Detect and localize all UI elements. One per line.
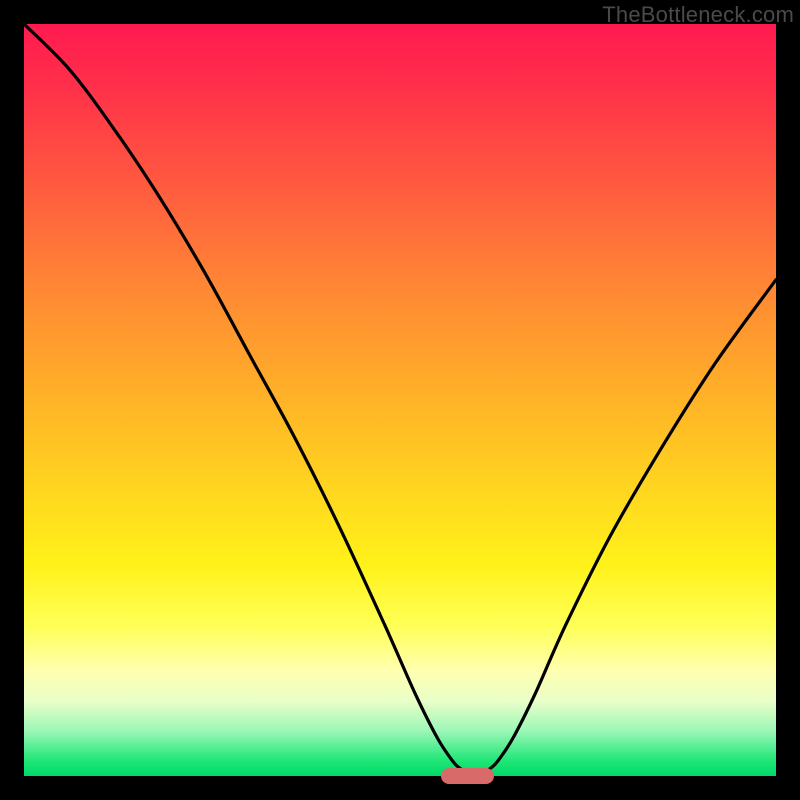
optimal-marker	[441, 768, 494, 783]
curve-path	[24, 24, 776, 773]
bottleneck-curve	[24, 24, 776, 776]
chart-plot-area	[24, 24, 776, 776]
chart-frame: TheBottleneck.com	[0, 0, 800, 800]
